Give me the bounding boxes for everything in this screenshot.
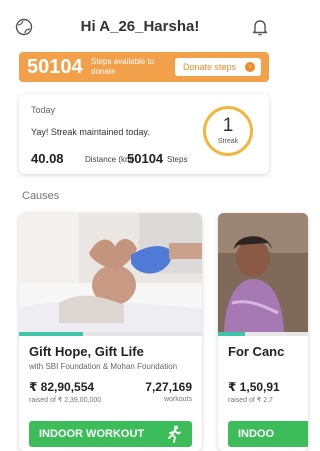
streak-message: Yay! Streak maintained today. xyxy=(31,127,150,137)
cause-photo xyxy=(218,213,308,332)
cause-progress-bar xyxy=(218,332,308,336)
raised-goal: raised of ₹ 2,7 xyxy=(228,397,273,404)
donate-steps-button[interactable]: Donate steps › xyxy=(175,58,261,76)
cause-progress-bar xyxy=(19,332,202,336)
causes-section-title: Causes xyxy=(22,190,60,202)
cause-card[interactable]: For Canc ₹ 1,50,91 raised of ₹ 2,7 INDOO xyxy=(218,213,308,451)
raised-amount: ₹ 1,50,91 xyxy=(228,380,280,394)
raised-amount: ₹ 82,90,554 xyxy=(29,380,95,394)
steps-unit: Steps xyxy=(167,155,188,164)
indoor-workout-button[interactable]: INDOOR WORKOUT xyxy=(29,421,192,447)
workouts-label: workouts xyxy=(163,396,192,403)
today-summary-card[interactable]: Today Yay! Streak maintained today. 40.0… xyxy=(19,94,269,174)
cause-progress-fill xyxy=(19,332,84,336)
indoor-workout-button[interactable]: INDOO xyxy=(228,421,308,447)
steps-available-count: 50104 xyxy=(27,56,83,78)
steps-value: 50104 xyxy=(127,151,164,166)
cause-title: Gift Hope, Gift Life xyxy=(29,344,144,359)
chevron-right-icon: › xyxy=(245,62,255,72)
cause-progress-fill xyxy=(218,332,245,336)
indoor-workout-label: INDOOR WORKOUT xyxy=(39,428,145,440)
greeting-title: Hi A_26_Harsha! xyxy=(80,18,200,35)
app-header: Hi A_26_Harsha! xyxy=(0,0,280,50)
indoor-workout-label: INDOO xyxy=(238,428,275,440)
streak-label: Streak xyxy=(217,138,239,145)
steps-available-banner: 50104 Steps available to donate Donate s… xyxy=(19,52,269,82)
steps-available-caption: Steps available to donate xyxy=(91,57,155,76)
donate-steps-label: Donate steps xyxy=(183,62,237,72)
streak-count: 1 xyxy=(222,115,234,136)
bell-icon[interactable] xyxy=(250,17,270,37)
distance-value: 40.08 xyxy=(31,151,64,166)
raised-goal: raised of ₹ 2,39,00,000 xyxy=(29,397,102,404)
today-label: Today xyxy=(31,105,56,115)
cause-card[interactable]: Gift Hope, Gift Life with SBI Foundation… xyxy=(19,213,202,451)
cause-title: For Canc xyxy=(228,344,285,359)
running-person-icon xyxy=(168,425,181,443)
streak-badge[interactable]: 1 Streak xyxy=(203,106,253,156)
cause-subtitle: with SBI Foundation & Mohan Foundation xyxy=(29,362,178,371)
workouts-count: 7,27,169 xyxy=(145,380,192,394)
cause-photo xyxy=(19,213,202,332)
